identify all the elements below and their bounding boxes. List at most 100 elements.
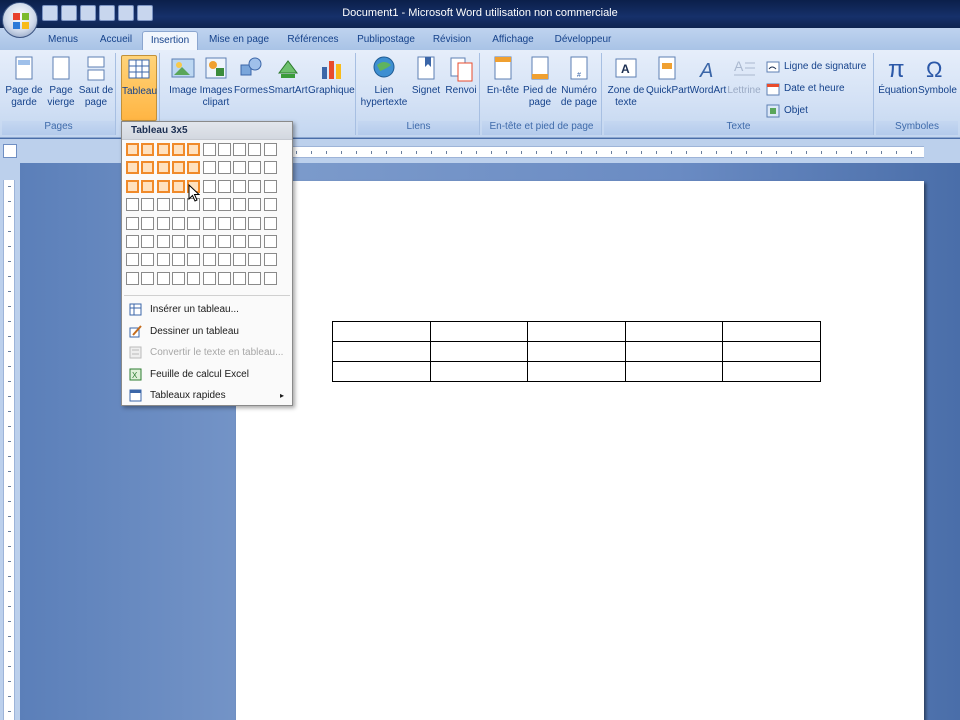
- grid-cell[interactable]: [248, 179, 262, 193]
- objet-button[interactable]: Objet: [766, 103, 808, 119]
- print-preview-icon[interactable]: [99, 5, 115, 21]
- document-page[interactable]: [236, 181, 924, 720]
- table-cell[interactable]: [722, 321, 821, 342]
- grid-cell-selected[interactable]: [171, 179, 185, 193]
- numero-de-page-button[interactable]: # Numéro de page: [558, 55, 600, 109]
- grid-cell[interactable]: [202, 235, 216, 248]
- grid-cell-selected[interactable]: [126, 161, 139, 175]
- grid-cell[interactable]: [171, 216, 185, 230]
- quickpart-button[interactable]: QuickPart: [646, 55, 690, 97]
- grid-cell[interactable]: [202, 216, 216, 230]
- grid-cell[interactable]: [156, 271, 170, 285]
- grid-cell-selected[interactable]: [156, 161, 170, 175]
- grid-cell[interactable]: [126, 271, 139, 285]
- table-cell[interactable]: [332, 361, 431, 382]
- image-button[interactable]: Image: [166, 55, 200, 97]
- table-cell[interactable]: [429, 341, 529, 362]
- table-cell[interactable]: [332, 321, 431, 342]
- tab-insertion[interactable]: Insertion: [142, 31, 198, 50]
- grid-cell[interactable]: [202, 143, 216, 156]
- grid-cell-selected[interactable]: [126, 179, 139, 193]
- grid-cell-selected[interactable]: [187, 161, 201, 175]
- grid-cell[interactable]: [171, 198, 185, 212]
- lettrine-button[interactable]: A Lettrine: [726, 55, 762, 97]
- vertical-ruler[interactable]: [3, 180, 15, 720]
- menu-item-excel[interactable]: X Feuille de calcul Excel: [124, 365, 290, 385]
- grid-cell[interactable]: [263, 253, 277, 267]
- grid-cell[interactable]: [233, 143, 247, 156]
- tab-mise-en-page[interactable]: Mise en page: [204, 31, 274, 50]
- grid-cell[interactable]: [233, 235, 247, 248]
- tab-menus[interactable]: Menus: [44, 31, 82, 50]
- grid-cell[interactable]: [171, 271, 185, 285]
- table-cell[interactable]: [722, 341, 821, 362]
- grid-cell-selected[interactable]: [171, 161, 185, 175]
- grid-cell[interactable]: [263, 216, 277, 230]
- grid-cell-selected[interactable]: [171, 143, 185, 156]
- spelling-icon[interactable]: [118, 5, 134, 21]
- grid-cell[interactable]: [126, 235, 139, 248]
- grid-cell[interactable]: [263, 271, 277, 285]
- grid-cell[interactable]: [263, 179, 277, 193]
- office-button[interactable]: [2, 2, 38, 38]
- grid-cell[interactable]: [187, 235, 201, 248]
- equation-button[interactable]: π Équation: [878, 55, 918, 97]
- en-tete-button[interactable]: En-tête: [484, 55, 522, 97]
- document-table[interactable]: [332, 321, 821, 382]
- grid-cell[interactable]: [217, 216, 231, 230]
- grid-cell[interactable]: [248, 216, 262, 230]
- tab-r-vision[interactable]: Révision: [428, 31, 476, 50]
- grid-cell[interactable]: [187, 253, 201, 267]
- grid-cell[interactable]: [233, 271, 247, 285]
- graphique-button[interactable]: Graphique: [308, 55, 355, 97]
- table-cell[interactable]: [429, 361, 529, 382]
- grid-cell[interactable]: [141, 216, 155, 230]
- grid-cell[interactable]: [217, 271, 231, 285]
- table-cell[interactable]: [332, 341, 431, 362]
- grid-cell-selected[interactable]: [141, 179, 155, 193]
- grid-cell-selected[interactable]: [126, 143, 139, 156]
- grid-cell[interactable]: [156, 198, 170, 212]
- menu-item-quick-tables[interactable]: Tableaux rapides ▸: [124, 386, 290, 406]
- page-vierge-button[interactable]: Page vierge: [44, 55, 78, 109]
- save-icon[interactable]: [80, 5, 96, 21]
- grid-cell[interactable]: [126, 253, 139, 267]
- grid-cell[interactable]: [217, 198, 231, 212]
- tab-publipostage[interactable]: Publipostage: [350, 31, 422, 50]
- grid-cell[interactable]: [217, 253, 231, 267]
- grid-cell[interactable]: [187, 216, 201, 230]
- grid-cell[interactable]: [141, 271, 155, 285]
- grid-cell-selected[interactable]: [156, 179, 170, 193]
- saut-de-page-button[interactable]: Saut de page: [78, 55, 114, 109]
- grid-cell[interactable]: [233, 179, 247, 193]
- table-cell[interactable]: [624, 341, 724, 362]
- redo-icon[interactable]: [61, 5, 77, 21]
- grid-cell[interactable]: [217, 235, 231, 248]
- table-size-grid[interactable]: [126, 143, 282, 295]
- table-cell[interactable]: [527, 341, 626, 362]
- grid-cell[interactable]: [141, 198, 155, 212]
- grid-cell[interactable]: [248, 161, 262, 175]
- formes-button[interactable]: Formes: [234, 55, 268, 97]
- grid-cell[interactable]: [156, 216, 170, 230]
- grid-cell[interactable]: [233, 253, 247, 267]
- pied-de-page-button[interactable]: Pied de page: [522, 55, 558, 109]
- table-cell[interactable]: [429, 321, 529, 342]
- grid-cell[interactable]: [126, 216, 139, 230]
- grid-cell[interactable]: [248, 198, 262, 212]
- table-cell[interactable]: [527, 321, 626, 342]
- grid-cell[interactable]: [217, 179, 231, 193]
- renvoi-button[interactable]: Renvoi: [444, 55, 478, 97]
- grid-cell-selected[interactable]: [141, 143, 155, 156]
- tableau-button[interactable]: Tableau: [121, 55, 157, 121]
- grid-cell[interactable]: [263, 143, 277, 156]
- wordart-button[interactable]: A WordArt: [688, 55, 728, 97]
- table-cell[interactable]: [624, 321, 724, 342]
- grid-cell-selected[interactable]: [141, 161, 155, 175]
- grid-cell[interactable]: [233, 216, 247, 230]
- grid-cell[interactable]: [187, 271, 201, 285]
- grid-cell[interactable]: [263, 161, 277, 175]
- ligne-de-signature-button[interactable]: Ligne de signature: [766, 59, 866, 75]
- undo-icon[interactable]: [42, 5, 58, 21]
- grid-cell[interactable]: [141, 235, 155, 248]
